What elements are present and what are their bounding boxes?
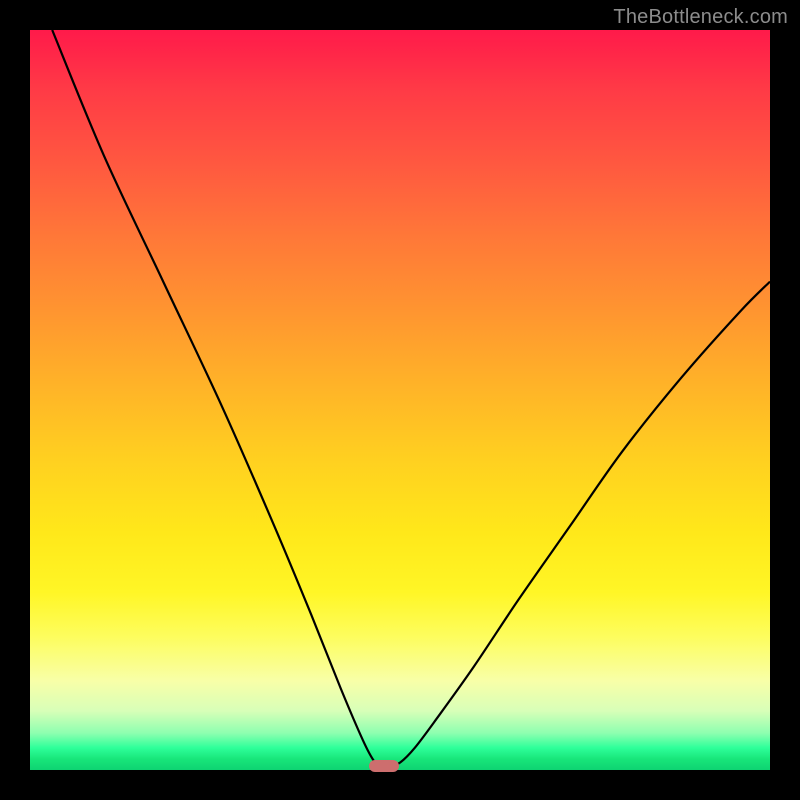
chart-container: TheBottleneck.com [0, 0, 800, 800]
plot-area [30, 30, 770, 770]
optimum-marker [369, 760, 399, 772]
watermark-text: TheBottleneck.com [613, 6, 788, 29]
bottleneck-curve-path [52, 30, 770, 767]
curve-svg [30, 30, 770, 770]
